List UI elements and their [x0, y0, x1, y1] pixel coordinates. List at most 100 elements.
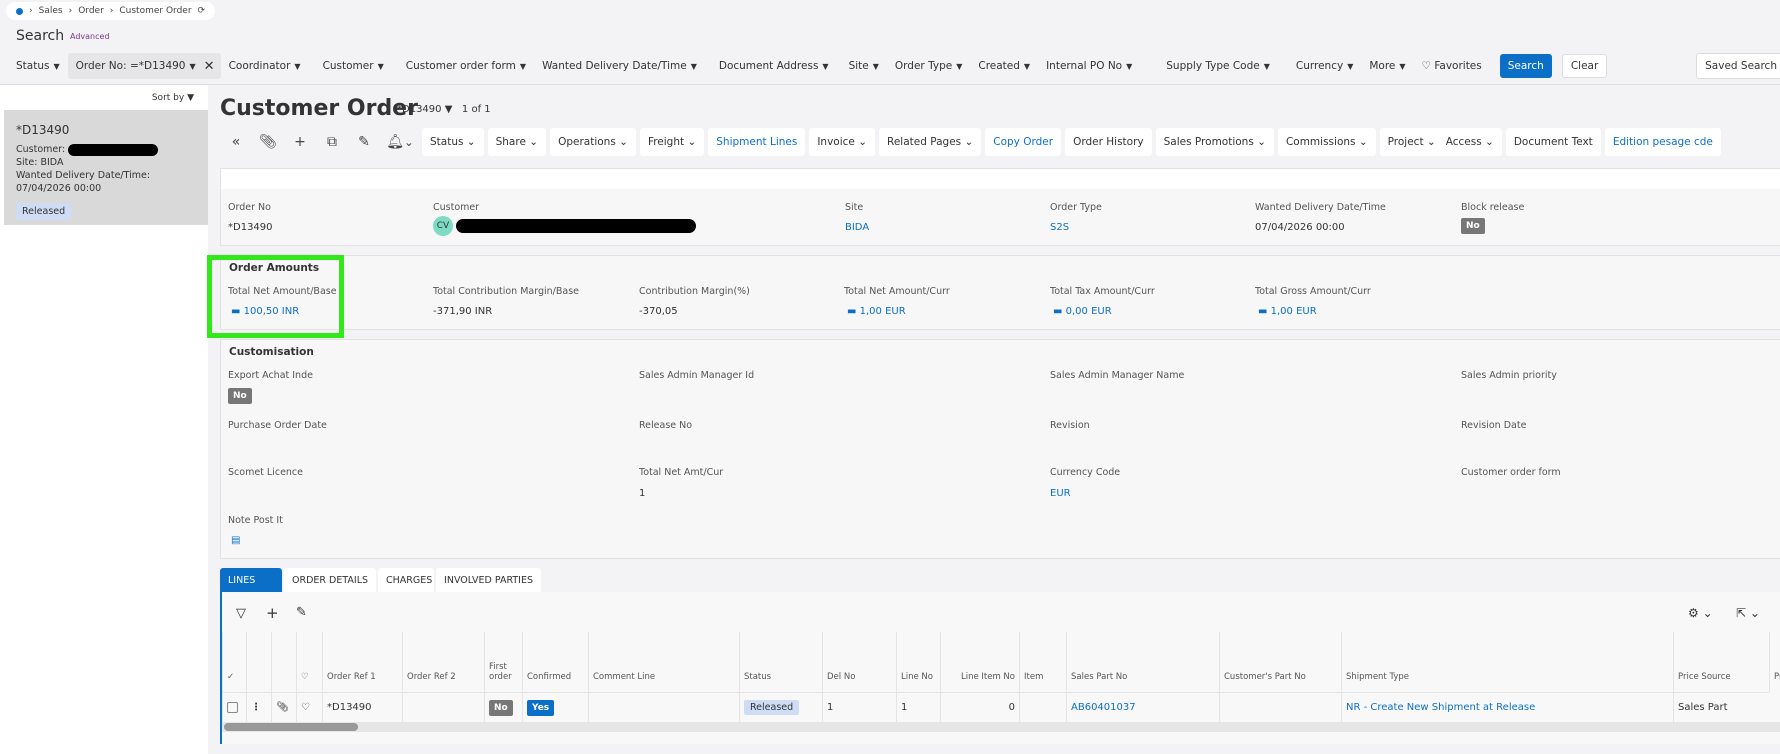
status-menu[interactable]: Status ⌄	[422, 128, 484, 156]
row-checkbox[interactable]	[222, 692, 246, 722]
customer-label: Customer:	[16, 144, 66, 155]
column-header[interactable]: Status	[739, 632, 822, 692]
site-link[interactable]: BIDA	[845, 222, 869, 233]
toolbar: « 📎︎ + ⧉ ✎ 🔔︎⌄ Status ⌄ Share ⌄ Operatio…	[222, 128, 1721, 156]
duplicate-icon[interactable]: ⧉	[318, 134, 346, 150]
project-access-menu[interactable]: Project ⌄ Access ⌄	[1379, 128, 1502, 156]
filter-order-type[interactable]: Order Type ▼	[887, 60, 970, 72]
sales-promotions-menu[interactable]: Sales Promotions ⌄	[1155, 128, 1274, 156]
tab-charges[interactable]: CHARGES	[378, 568, 435, 593]
total-gross-curr[interactable]: ▬ 1,00 EUR	[1258, 306, 1317, 317]
column-header[interactable]: Shipment Type	[1341, 632, 1673, 692]
filter-internal-po[interactable]: Internal PO No ▼	[1038, 60, 1140, 72]
tab-involved-parties[interactable]: INVOLVED PARTIES	[436, 568, 542, 593]
edition-pesage-button[interactable]: Edition pesage cde	[1604, 128, 1721, 156]
filter-status[interactable]: Status ▼	[8, 60, 68, 72]
lines-table: ▽ + ✎ ⚙ ⌄ ⇱ ⌄ ✓ ♡ Order Ref 1 Order Ref …	[220, 592, 1780, 744]
crumb-order[interactable]: Order	[78, 6, 104, 16]
currency-code-link[interactable]: EUR	[1050, 488, 1071, 499]
home-icon[interactable]	[16, 7, 23, 15]
heart-icon[interactable]: ♡	[296, 692, 322, 722]
note-icon[interactable]: ▤	[231, 535, 240, 546]
column-header[interactable]: Comment Line	[588, 632, 739, 692]
contribution-margin-pct: -370,05	[639, 306, 678, 317]
column-header[interactable]: Line Item No	[940, 632, 1019, 692]
more-icon[interactable]: ⋮	[246, 692, 271, 722]
document-text-button[interactable]: Document Text	[1505, 128, 1601, 156]
select-all-checkbox[interactable]: ✓	[222, 632, 246, 692]
shipment-lines-button[interactable]: Shipment Lines	[708, 128, 806, 156]
list-item[interactable]: *D13490 Customer: Site: BIDA Wanted Deli…	[4, 110, 208, 225]
search-button[interactable]: Search	[1499, 54, 1552, 78]
filter-customer-order-form[interactable]: Customer order form ▼	[398, 60, 534, 72]
shipment-type-link[interactable]: NR - Create New Shipment at Release	[1341, 692, 1673, 722]
customisation-title: Customisation	[229, 346, 314, 358]
invoice-menu[interactable]: Invoice ⌄	[809, 128, 876, 156]
plus-icon[interactable]: +	[266, 604, 279, 622]
saved-search-button[interactable]: Saved Search	[1696, 53, 1780, 79]
edit-icon[interactable]: ✎	[350, 134, 378, 150]
filter-icon[interactable]: ▽	[236, 606, 246, 621]
clear-button[interactable]: Clear	[1561, 54, 1608, 78]
tab-lines[interactable]: LINES	[220, 568, 282, 593]
total-tax-curr[interactable]: ▬ 0,00 EUR	[1053, 306, 1112, 317]
contribution-margin-base: -371,90 INR	[433, 306, 493, 317]
column-header[interactable]: Customer's Part No	[1219, 632, 1341, 692]
order-history-button[interactable]: Order History	[1065, 128, 1152, 156]
record-selector[interactable]: *D13490 ▼ 1 of 1	[397, 104, 491, 115]
paperclip-icon[interactable]: 📎︎	[254, 134, 282, 150]
refresh-icon[interactable]: ⟳	[198, 6, 206, 16]
customer-label: Customer	[433, 202, 480, 213]
edit-icon[interactable]: ✎	[296, 605, 307, 620]
column-header[interactable]: Order Ref 2	[402, 632, 484, 692]
field-label: Revision Date	[1461, 420, 1527, 431]
commissions-menu[interactable]: Commissions ⌄	[1277, 128, 1376, 156]
filter-document-address[interactable]: Document Address ▼	[711, 60, 837, 72]
plus-icon[interactable]: +	[286, 134, 314, 150]
share-menu[interactable]: Share ⌄	[487, 128, 547, 156]
column-header[interactable]: Price Source	[1673, 632, 1769, 692]
column-header[interactable]: First order	[484, 632, 522, 692]
scrollbar-thumb[interactable]	[224, 723, 358, 731]
freight-menu[interactable]: Freight ⌄	[639, 128, 705, 156]
filter-order-no[interactable]: Order No: =*D13490 ▼ ✕	[67, 53, 221, 79]
filter-customer[interactable]: Customer ▼	[315, 60, 392, 72]
filter-supply-type[interactable]: Supply Type Code ▼	[1158, 60, 1278, 72]
paperclip-icon[interactable]: 📎︎	[271, 692, 296, 722]
filter-site[interactable]: Site ▼	[841, 60, 887, 72]
filter-wanted-delivery[interactable]: Wanted Delivery Date/Time ▼	[534, 60, 705, 72]
total-net-curr[interactable]: ▬ 1,00 EUR	[847, 306, 906, 317]
advanced-link[interactable]: Advanced	[70, 32, 110, 41]
copy-order-button[interactable]: Copy Order	[985, 128, 1062, 156]
site-label: Site:	[16, 157, 38, 168]
favorites-button[interactable]: ♡ Favorites	[1414, 60, 1490, 72]
sort-by-button[interactable]: Sort by ▼	[147, 91, 198, 105]
sales-part-link[interactable]: AB60401037	[1066, 692, 1219, 722]
customisation-panel: Customisation Export Achat Inde No Sales…	[220, 339, 1780, 559]
settings-icon[interactable]: ⚙ ⌄	[1688, 606, 1713, 620]
filter-created[interactable]: Created ▼	[970, 60, 1038, 72]
filter-currency[interactable]: Currency ▼	[1288, 60, 1361, 72]
filter-coordinator[interactable]: Coordinator ▼	[221, 60, 309, 72]
line-no: 1	[896, 692, 940, 722]
export-icon[interactable]: ⇱ ⌄	[1736, 606, 1760, 620]
column-header[interactable]: Line No	[896, 632, 940, 692]
column-header[interactable]: Del No	[822, 632, 896, 692]
crumb-customer-order[interactable]: Customer Order	[119, 6, 191, 16]
order-type-link[interactable]: S2S	[1050, 222, 1069, 233]
close-icon[interactable]: ✕	[204, 59, 215, 74]
column-header[interactable]: Order Ref 1	[322, 632, 402, 692]
column-header[interactable]: Pr	[1769, 632, 1780, 692]
column-header[interactable]: Sales Part No	[1066, 632, 1219, 692]
operations-menu[interactable]: Operations ⌄	[550, 128, 636, 156]
related-pages-menu[interactable]: Related Pages ⌄	[879, 128, 982, 156]
collapse-icon[interactable]: «	[222, 134, 250, 150]
crumb-sales[interactable]: Sales	[39, 6, 63, 16]
filter-more[interactable]: More ▼	[1361, 60, 1413, 72]
horizontal-scrollbar[interactable]	[222, 722, 1780, 732]
column-header[interactable]: Confirmed	[522, 632, 588, 692]
column-header[interactable]: Item	[1019, 632, 1066, 692]
tab-order-details[interactable]: ORDER DETAILS	[284, 568, 377, 593]
customer-value[interactable]: CV	[433, 216, 697, 236]
bell-icon[interactable]: 🔔︎⌄	[382, 134, 418, 150]
